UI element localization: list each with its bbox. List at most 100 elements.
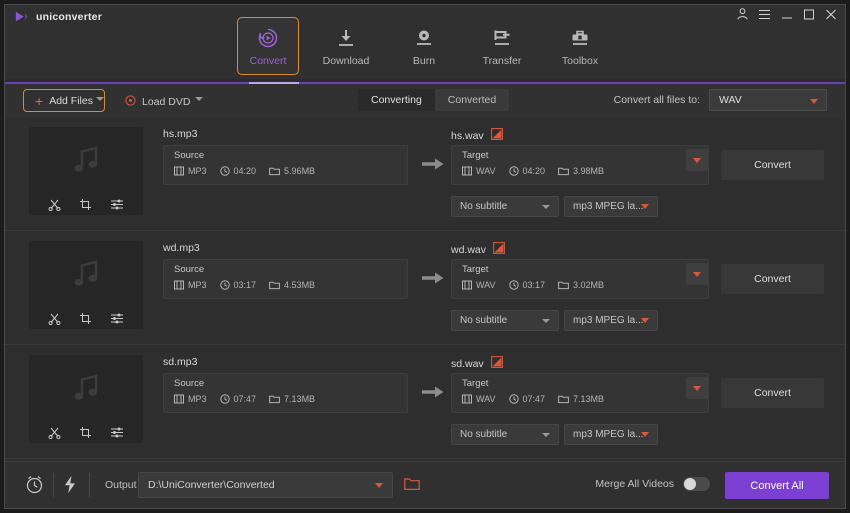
conversion-arrow-icon <box>422 385 444 404</box>
maximize-button[interactable] <box>803 9 815 20</box>
crop-icon[interactable] <box>79 198 92 211</box>
edit-icon[interactable] <box>493 242 505 257</box>
tab-converted[interactable]: Converted <box>435 89 509 111</box>
high-speed-icon[interactable] <box>63 475 77 494</box>
target-duration: 07:47 <box>508 394 545 404</box>
nav-tab-burn[interactable]: Burn <box>393 17 455 75</box>
convert-icon <box>256 25 280 51</box>
music-note-icon <box>29 127 143 193</box>
file-thumbnail[interactable] <box>29 127 143 215</box>
codec-select[interactable]: mp3 MPEG la... <box>564 424 658 445</box>
codec-select[interactable]: mp3 MPEG la... <box>564 310 658 331</box>
target-info-box: Target WAV 04:20 3.98MB <box>451 145 709 185</box>
burn-icon <box>412 25 436 51</box>
clock-icon <box>508 280 519 290</box>
codec-value: mp3 MPEG la... <box>573 201 644 212</box>
source-meta: MP3 07:47 7.13MB <box>174 394 315 404</box>
minimize-button[interactable] <box>781 9 793 20</box>
subtitle-select[interactable]: No subtitle <box>451 310 559 331</box>
table-row[interactable]: hs.mp3 Source MP3 04:20 5.96MB hs.wav Ta… <box>5 117 845 231</box>
chevron-down-icon <box>542 204 550 209</box>
file-thumbnail[interactable] <box>29 241 143 329</box>
target-info-box: Target WAV 03:17 3.02MB <box>451 259 709 299</box>
trim-icon[interactable] <box>48 312 61 325</box>
source-file-name: sd.mp3 <box>163 356 198 368</box>
music-note-icon <box>29 355 143 421</box>
format-icon <box>174 394 184 404</box>
target-size: 3.98MB <box>558 166 604 176</box>
load-dvd-dropdown-caret-icon[interactable] <box>195 97 203 101</box>
output-label: Output <box>105 479 137 491</box>
target-format-dropdown[interactable] <box>686 149 708 171</box>
effects-icon[interactable] <box>110 198 124 211</box>
subtitle-value: No subtitle <box>460 201 508 212</box>
crop-icon[interactable] <box>79 426 92 439</box>
add-files-dropdown-caret-icon[interactable] <box>96 97 104 101</box>
source-size: 7.13MB <box>269 394 315 404</box>
source-format: MP3 <box>174 280 207 290</box>
source-info-box: Source MP3 04:20 5.96MB <box>163 145 408 185</box>
output-path-select[interactable]: D:\UniConverter\Converted <box>138 472 393 498</box>
convert-all-button[interactable]: Convert All <box>725 472 829 499</box>
thumbnail-tools <box>29 193 143 215</box>
table-row[interactable]: wd.mp3 Source MP3 03:17 4.53MB wd.wav Ta… <box>5 231 845 345</box>
edit-icon[interactable] <box>490 356 503 371</box>
convert-button[interactable]: Convert <box>721 150 824 180</box>
target-format: WAV <box>462 166 496 176</box>
clock-icon <box>508 166 519 176</box>
target-meta: WAV 04:20 3.98MB <box>462 166 604 176</box>
source-info-box: Source MP3 07:47 7.13MB <box>163 373 408 413</box>
close-button[interactable] <box>825 9 837 20</box>
target-format-dropdown[interactable] <box>686 377 708 399</box>
trim-icon[interactable] <box>48 426 61 439</box>
target-caption: Target <box>462 150 489 161</box>
subtitle-value: No subtitle <box>460 315 508 326</box>
target-format-dropdown[interactable] <box>686 263 708 285</box>
subtitle-select[interactable]: No subtitle <box>451 196 559 217</box>
nav-tab-convert[interactable]: Convert <box>237 17 299 75</box>
trim-icon[interactable] <box>48 198 61 211</box>
toggle-knob <box>684 478 696 490</box>
target-meta: WAV 03:17 3.02MB <box>462 280 604 290</box>
codec-value: mp3 MPEG la... <box>573 429 644 440</box>
chevron-down-icon <box>542 432 550 437</box>
convert-button[interactable]: Convert <box>721 378 824 408</box>
uniconverter-logo-icon <box>15 11 28 22</box>
source-size: 4.53MB <box>269 280 315 290</box>
target-format: WAV <box>462 280 496 290</box>
file-list[interactable]: hs.mp3 Source MP3 04:20 5.96MB hs.wav Ta… <box>5 117 845 463</box>
folder-icon <box>558 167 569 176</box>
source-duration: 04:20 <box>219 166 256 176</box>
nav-tab-toolbox[interactable]: Toolbox <box>549 17 611 75</box>
subtitle-value: No subtitle <box>460 429 508 440</box>
edit-icon[interactable] <box>490 128 503 143</box>
load-dvd-button[interactable]: Load DVD <box>125 93 190 111</box>
nav-tab-transfer[interactable]: Transfer <box>471 17 533 75</box>
table-row[interactable]: sd.mp3 Source MP3 07:47 7.13MB sd.wav Ta… <box>5 345 845 459</box>
file-thumbnail[interactable] <box>29 355 143 443</box>
brand-name: uniconverter <box>36 11 102 23</box>
effects-icon[interactable] <box>110 426 124 439</box>
source-meta: MP3 03:17 4.53MB <box>174 280 315 290</box>
menu-icon[interactable] <box>758 9 771 20</box>
nav-tab-download[interactable]: Download <box>315 17 377 75</box>
scheduler-icon[interactable] <box>25 475 44 494</box>
target-file-name: wd.wav <box>451 243 487 256</box>
download-icon <box>334 25 358 51</box>
add-files-button[interactable]: + Add Files <box>23 89 105 112</box>
merge-all-videos-toggle[interactable] <box>683 477 710 491</box>
chevron-down-icon <box>693 385 701 391</box>
open-folder-icon[interactable] <box>404 477 420 496</box>
codec-select[interactable]: mp3 MPEG la... <box>564 196 658 217</box>
merge-all-videos-control[interactable]: Merge All Videos <box>595 477 710 491</box>
crop-icon[interactable] <box>79 312 92 325</box>
effects-icon[interactable] <box>110 312 124 325</box>
convert-button[interactable]: Convert <box>721 264 824 294</box>
subtitle-select[interactable]: No subtitle <box>451 424 559 445</box>
chevron-down-icon <box>542 318 550 323</box>
target-file-name-wrap: hs.wav <box>451 128 503 143</box>
music-note-icon <box>29 241 143 307</box>
account-icon[interactable] <box>737 8 748 20</box>
convert-all-format-select[interactable]: WAV <box>709 89 827 111</box>
tab-converting[interactable]: Converting <box>358 89 435 111</box>
